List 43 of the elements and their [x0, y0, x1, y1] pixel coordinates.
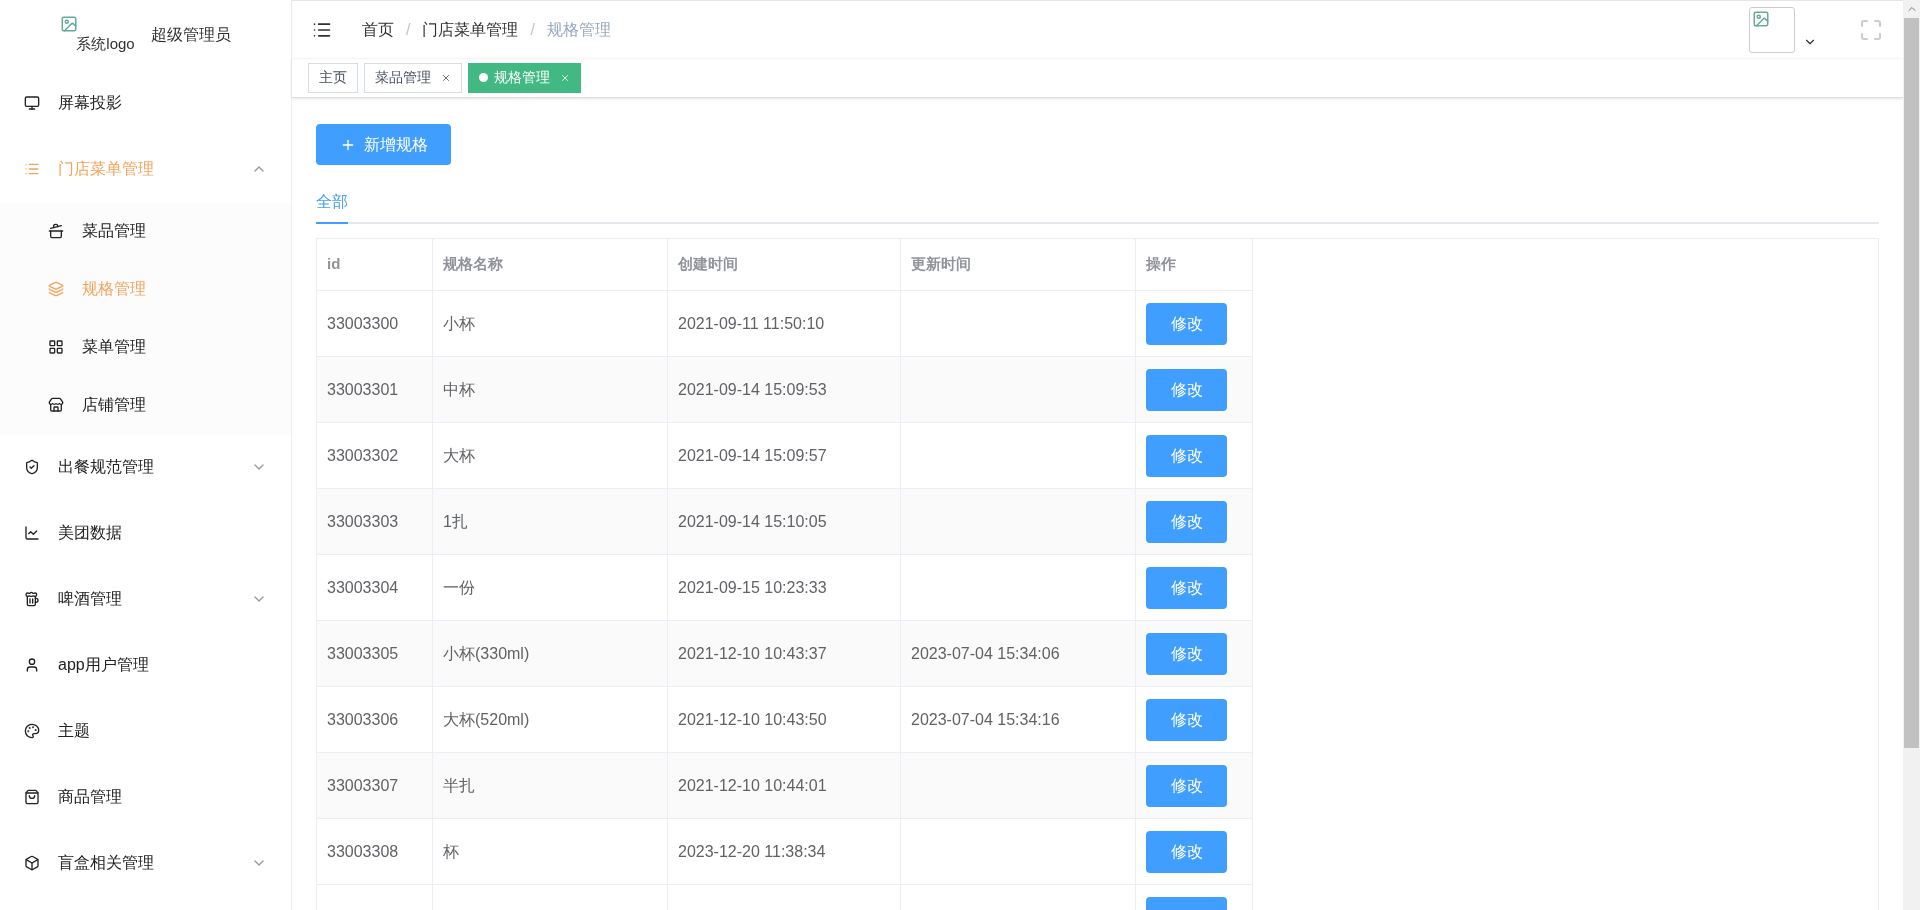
menu-item[interactable]: 屏幕投影 — [0, 70, 291, 136]
avatar-image[interactable] — [1749, 6, 1795, 53]
breadcrumb-link[interactable]: 首页 — [362, 17, 394, 42]
menu-item[interactable]: 盲盒相关管理 — [0, 830, 291, 896]
menu-item[interactable]: 啤酒管理 — [0, 566, 291, 632]
submenu-icon — [48, 397, 64, 413]
close-icon[interactable] — [560, 72, 570, 83]
menu-icon — [24, 591, 40, 607]
fullscreen-icon[interactable] — [1859, 17, 1883, 42]
submenu-icon — [48, 223, 64, 239]
scrollbar-thumb[interactable] — [1904, 18, 1919, 748]
breadcrumb-separator: / — [530, 19, 535, 40]
close-icon[interactable] — [441, 72, 451, 83]
menu-item[interactable]: 商品管理 — [0, 764, 291, 830]
page-tab[interactable]: 菜品管理 — [364, 62, 462, 93]
menu-icon — [24, 161, 40, 177]
menu-icon — [24, 525, 40, 541]
scrollbar[interactable] — [1903, 0, 1920, 910]
menu-item[interactable]: 主题 — [0, 698, 291, 764]
menu-icon — [24, 95, 40, 111]
submenu-icon — [48, 339, 64, 355]
submenu-item[interactable]: 菜品管理 — [0, 202, 291, 260]
menu-icon — [24, 855, 40, 871]
breadcrumb-separator: / — [406, 19, 411, 40]
menu-icon — [24, 723, 40, 739]
submenu-item[interactable]: 店铺管理 — [0, 376, 291, 434]
user-role: 超级管理员 — [150, 25, 231, 45]
broken-image-icon — [1752, 9, 1770, 28]
menu-item[interactable]: app用户管理 — [0, 632, 291, 698]
page-tab[interactable]: 主页 — [308, 62, 358, 93]
menu-icon — [24, 789, 40, 805]
menu-icon — [24, 657, 40, 673]
logo-alt-text: 系统logo — [76, 33, 135, 54]
table-cell: 杯 — [433, 819, 668, 885]
submenu-item[interactable]: 菜单管理 — [0, 318, 291, 376]
submenu-icon — [48, 281, 64, 297]
menu-icon — [24, 459, 40, 475]
table-cell: 33003308 — [317, 819, 433, 885]
table-cell: 2023-12-20 11:38:34 — [668, 819, 901, 885]
menu-item[interactable]: 出餐规范管理 — [0, 434, 291, 500]
menu-item[interactable]: 美团数据 — [0, 500, 291, 566]
broken-image-icon — [60, 14, 79, 33]
breadcrumb-link[interactable]: 门店菜单管理 — [422, 17, 519, 42]
